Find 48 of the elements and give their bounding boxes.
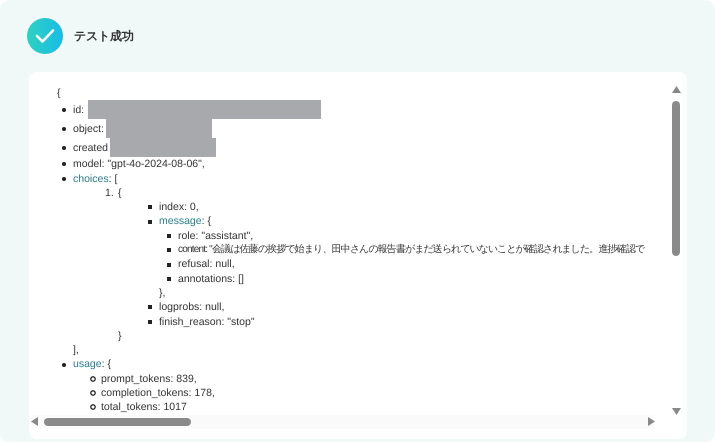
square-bullet-icon xyxy=(167,234,171,238)
success-check-icon xyxy=(27,18,63,54)
brace-text: { xyxy=(57,86,62,100)
brace-text: } xyxy=(117,328,123,344)
json-line: annotations: [] xyxy=(178,272,244,286)
vertical-scrollbar-thumb[interactable] xyxy=(672,101,680,256)
json-line: model: "gpt-4o-2024-08-06", xyxy=(73,157,205,172)
bullet-dot-icon xyxy=(62,126,66,131)
list-number: 1. xyxy=(105,186,115,200)
result-title: テスト成功 xyxy=(74,28,134,44)
bullet-dot-icon xyxy=(62,362,66,367)
bullet-dot-icon xyxy=(62,176,66,181)
horizontal-scrollbar-thumb[interactable] xyxy=(44,418,191,426)
bullet-dot-icon xyxy=(62,162,66,166)
scroll-down-icon[interactable] xyxy=(672,408,680,415)
circle-bullet-icon xyxy=(90,390,96,396)
scroll-left-icon[interactable] xyxy=(31,417,38,426)
json-line: refusal: null, xyxy=(178,257,235,272)
json-line: index: 0, xyxy=(159,200,199,214)
json-line: id: xyxy=(73,102,84,117)
bullet-dot-icon xyxy=(62,146,66,150)
json-line: content: "会議は佐藤の挨拶で始まり、田中さんの報告書がまだ送られていないことが確認されました。進捗確認で xyxy=(178,243,644,258)
json-line: logprobs: null, xyxy=(159,300,224,315)
json-line: object: xyxy=(73,122,104,136)
json-line: created xyxy=(73,140,108,155)
json-line: role: "assistant", xyxy=(178,228,254,244)
square-bullet-icon xyxy=(148,305,152,310)
square-bullet-icon xyxy=(148,205,152,210)
json-line: total_tokens: 1017 xyxy=(101,400,187,415)
json-line: finish_reason: "stop" xyxy=(159,314,255,329)
json-key-line: choices: [ xyxy=(73,172,118,186)
circle-bullet-icon xyxy=(90,376,96,382)
json-key-line: usage: { xyxy=(73,357,111,372)
square-bullet-icon xyxy=(148,220,152,224)
bullet-dot-icon xyxy=(62,108,66,112)
json-key-line: message: { xyxy=(159,214,211,229)
scroll-right-icon[interactable] xyxy=(648,417,655,426)
json-line: { xyxy=(118,186,122,200)
square-bullet-icon xyxy=(167,248,171,252)
square-bullet-icon xyxy=(148,320,152,324)
json-line: completion_tokens: 178, xyxy=(101,386,215,400)
circle-bullet-icon xyxy=(90,404,96,410)
square-bullet-icon xyxy=(167,276,171,281)
scroll-up-icon[interactable] xyxy=(672,86,680,93)
brace-text: }, xyxy=(158,286,166,300)
json-line: prompt_tokens: 839, xyxy=(101,372,197,386)
square-bullet-icon xyxy=(167,262,171,267)
brace-text: ], xyxy=(72,343,80,358)
